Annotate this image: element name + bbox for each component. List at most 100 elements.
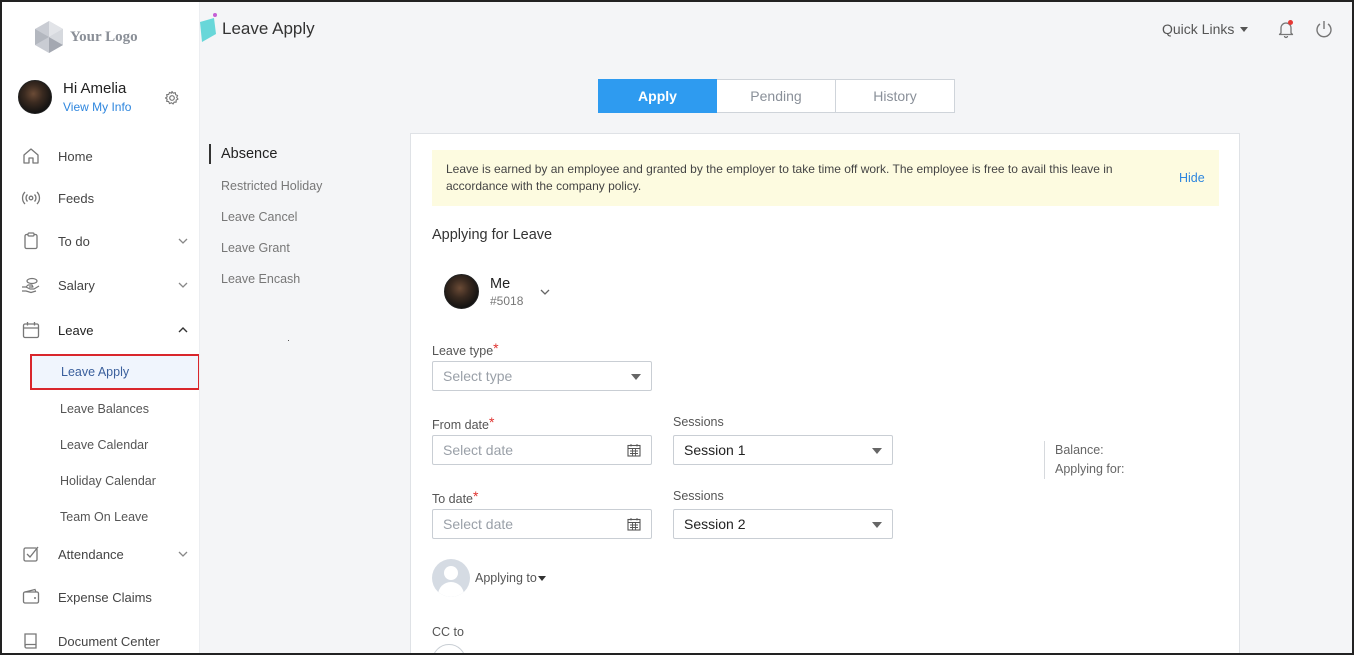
category-restricted-holiday[interactable]: Restricted Holiday <box>221 179 322 193</box>
bell-icon[interactable] <box>1276 19 1296 39</box>
to-session-select[interactable]: Session 2 <box>673 509 893 539</box>
to-session-value: Session 2 <box>684 516 746 532</box>
logo-text: Your Logo <box>70 28 138 45</box>
logo[interactable]: Your Logo <box>34 20 138 54</box>
sidebar-subitem-leave-balances[interactable]: Leave Balances <box>60 402 149 416</box>
wallet-icon <box>22 588 40 604</box>
page-title: Leave Apply <box>222 19 315 38</box>
sidebar-item-label: Attendance <box>58 546 124 562</box>
hand-coin-icon <box>22 277 40 294</box>
to-date-label: To date* <box>432 488 479 506</box>
to-sessions-label: Sessions <box>673 489 724 503</box>
chevron-down-icon <box>178 551 188 557</box>
tab-pending[interactable]: Pending <box>717 79 836 113</box>
chevron-down-icon <box>178 282 188 288</box>
caret-down-icon <box>537 575 546 581</box>
sidebar-item-label: Salary <box>58 277 95 293</box>
sidebar-subitem-leave-apply[interactable]: Leave Apply <box>30 354 199 390</box>
stray-dot <box>288 340 289 341</box>
sidebar-item-label: Expense Claims <box>58 589 152 605</box>
from-date-label: From date* <box>432 414 495 432</box>
caret-down-icon <box>631 374 641 380</box>
balance-summary: Balance: Applying for: <box>1044 441 1124 479</box>
tab-apply[interactable]: Apply <box>598 79 717 113</box>
add-cc-button[interactable] <box>432 644 466 655</box>
leave-tabs: Apply Pending History <box>598 79 955 113</box>
form-title: Applying for Leave <box>432 227 553 243</box>
user-greeting: Hi Amelia <box>63 80 127 97</box>
from-session-select[interactable]: Session 1 <box>673 435 893 465</box>
caret-down-icon <box>1240 26 1249 32</box>
leave-category-menu: Absence Restricted Holiday Leave Cancel … <box>209 144 322 286</box>
clipboard-icon <box>24 232 38 250</box>
gear-icon[interactable] <box>164 90 180 106</box>
notice-text: Leave is earned by an employee and grant… <box>446 162 1113 193</box>
quick-links-dropdown[interactable]: Quick Links <box>1162 21 1249 37</box>
tab-history[interactable]: History <box>836 79 955 113</box>
employee-selector[interactable]: Me #5018 <box>444 274 551 309</box>
leave-form-card: Leave is earned by an employee and grant… <box>410 133 1240 655</box>
user-placeholder-icon <box>432 559 470 597</box>
employee-id: #5018 <box>490 293 524 308</box>
info-notice: Leave is earned by an employee and grant… <box>432 150 1219 206</box>
page-mark-icon <box>200 13 217 42</box>
chevron-up-icon <box>178 327 188 333</box>
from-date-placeholder: Select date <box>443 442 514 458</box>
sidebar-item-label: Document Center <box>58 633 160 649</box>
chevron-down-icon <box>178 238 188 244</box>
category-leave-grant[interactable]: Leave Grant <box>221 241 290 255</box>
book-icon <box>24 633 37 649</box>
sidebar-item-leave[interactable]: Leave <box>2 310 199 350</box>
leave-type-select[interactable]: Select type <box>432 361 652 391</box>
calendar-icon <box>627 518 641 531</box>
sidebar-subitem-holiday-calendar[interactable]: Holiday Calendar <box>60 474 156 488</box>
sidebar-item-feeds[interactable]: Feeds <box>2 178 199 218</box>
sidebar-item-label: Home <box>58 148 93 164</box>
avatar[interactable] <box>18 80 52 114</box>
sidebar-item-todo[interactable]: To do <box>2 221 199 261</box>
sidebar-item-expense-claims[interactable]: Expense Claims <box>2 577 199 617</box>
sidebar-item-attendance[interactable]: Attendance <box>2 534 199 574</box>
calendar-icon <box>627 444 641 457</box>
avatar <box>444 274 479 309</box>
home-icon <box>23 148 39 164</box>
applying-to-selector[interactable]: Applying to <box>432 559 546 597</box>
sidebar-item-home[interactable]: Home <box>2 136 199 176</box>
balance-label: Balance: <box>1055 443 1104 457</box>
leave-type-label: Leave type* <box>432 340 499 358</box>
sidebar-subitem-label: Leave Apply <box>61 365 130 379</box>
category-absence[interactable]: Absence <box>209 144 277 164</box>
sidebar-item-label: To do <box>58 233 90 249</box>
hide-notice-link[interactable]: Hide <box>1179 171 1205 185</box>
category-leave-encash[interactable]: Leave Encash <box>221 272 300 286</box>
to-date-input[interactable]: Select date <box>432 509 652 539</box>
caret-down-icon <box>872 522 882 528</box>
sidebar-subitem-leave-calendar[interactable]: Leave Calendar <box>60 438 148 452</box>
power-icon[interactable] <box>1314 19 1334 39</box>
sidebar-item-label: Leave <box>58 322 94 338</box>
sidebar: Your Logo Hi Amelia View My Info Home Fe… <box>2 2 200 653</box>
category-leave-cancel[interactable]: Leave Cancel <box>221 210 297 224</box>
checkbox-icon <box>23 546 39 562</box>
applying-for-label: Applying for: <box>1055 462 1125 476</box>
sidebar-item-document-center[interactable]: Document Center <box>2 621 199 653</box>
leave-type-placeholder: Select type <box>443 368 513 384</box>
applying-to-label: Applying to <box>475 571 537 585</box>
quick-links-label: Quick Links <box>1162 21 1235 37</box>
to-date-placeholder: Select date <box>443 516 514 532</box>
user-profile: Hi Amelia View My Info <box>18 80 188 114</box>
from-date-input[interactable]: Select date <box>432 435 652 465</box>
employee-name: Me <box>490 275 511 292</box>
sidebar-item-label: Feeds <box>58 190 95 206</box>
broadcast-icon <box>21 191 41 205</box>
from-sessions-label: Sessions <box>673 415 724 429</box>
sidebar-item-salary[interactable]: Salary <box>2 265 199 305</box>
sidebar-subitem-team-on-leave[interactable]: Team On Leave <box>60 510 148 524</box>
caret-down-icon <box>872 448 882 454</box>
view-my-info-link[interactable]: View My Info <box>63 100 131 114</box>
cc-to-label: CC to <box>432 625 464 639</box>
from-session-value: Session 1 <box>684 442 746 458</box>
logo-hexagon-icon <box>35 21 63 53</box>
chevron-down-icon <box>540 289 550 295</box>
calendar-icon <box>22 322 40 339</box>
